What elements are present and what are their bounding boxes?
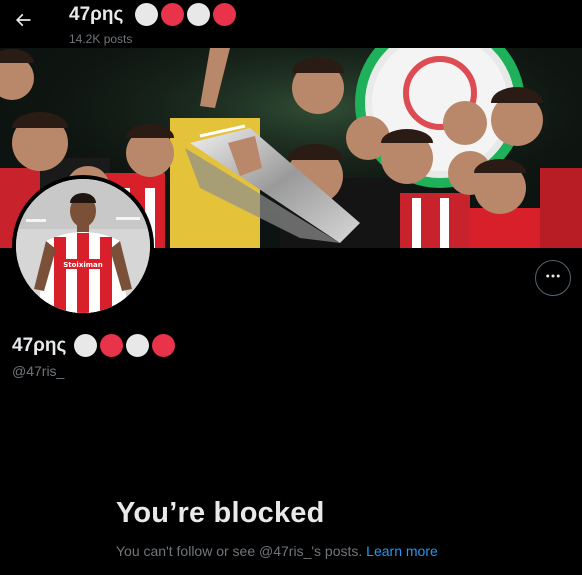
profile-display-name: 47ρης: [12, 334, 176, 357]
status-dots: [135, 3, 237, 26]
learn-more-link[interactable]: Learn more: [366, 543, 438, 559]
avatar-image: Stoiximan: [16, 179, 150, 313]
blocked-title: You’re blocked: [116, 497, 325, 529]
status-dot: [187, 3, 211, 26]
avatar[interactable]: Stoiximan: [12, 175, 154, 317]
status-dot: [135, 3, 159, 26]
status-dot: [74, 334, 98, 357]
status-dot: [126, 334, 150, 357]
blocked-description: You can't follow or see @47ris_'s posts.…: [116, 543, 438, 559]
status-dot: [152, 334, 176, 357]
profile-handle: @47ris_: [12, 363, 65, 379]
more-horizontal-icon: [544, 267, 562, 290]
more-options-button[interactable]: [535, 260, 571, 296]
header-display-name: 47ρης: [69, 3, 124, 25]
svg-text:Stoiximan: Stoiximan: [63, 261, 103, 269]
avatar-illustration: Stoiximan: [16, 179, 150, 313]
profile-header: 47ρης 14.2K posts: [0, 0, 582, 48]
back-button[interactable]: [8, 7, 38, 37]
status-dot: [161, 3, 185, 26]
display-name-text: 47ρης: [12, 334, 67, 356]
profile-page: 47ρης 14.2K posts Stoiximan 47ρης @47ris…: [0, 0, 582, 575]
arrow-left-icon: [13, 10, 33, 35]
status-dot: [100, 334, 124, 357]
status-dot: [213, 3, 237, 26]
header-title: 47ρης: [69, 3, 237, 26]
name-status-dots: [74, 334, 176, 357]
blocked-description-text: You can't follow or see @47ris_'s posts.: [116, 543, 363, 559]
post-count: 14.2K posts: [69, 32, 133, 46]
